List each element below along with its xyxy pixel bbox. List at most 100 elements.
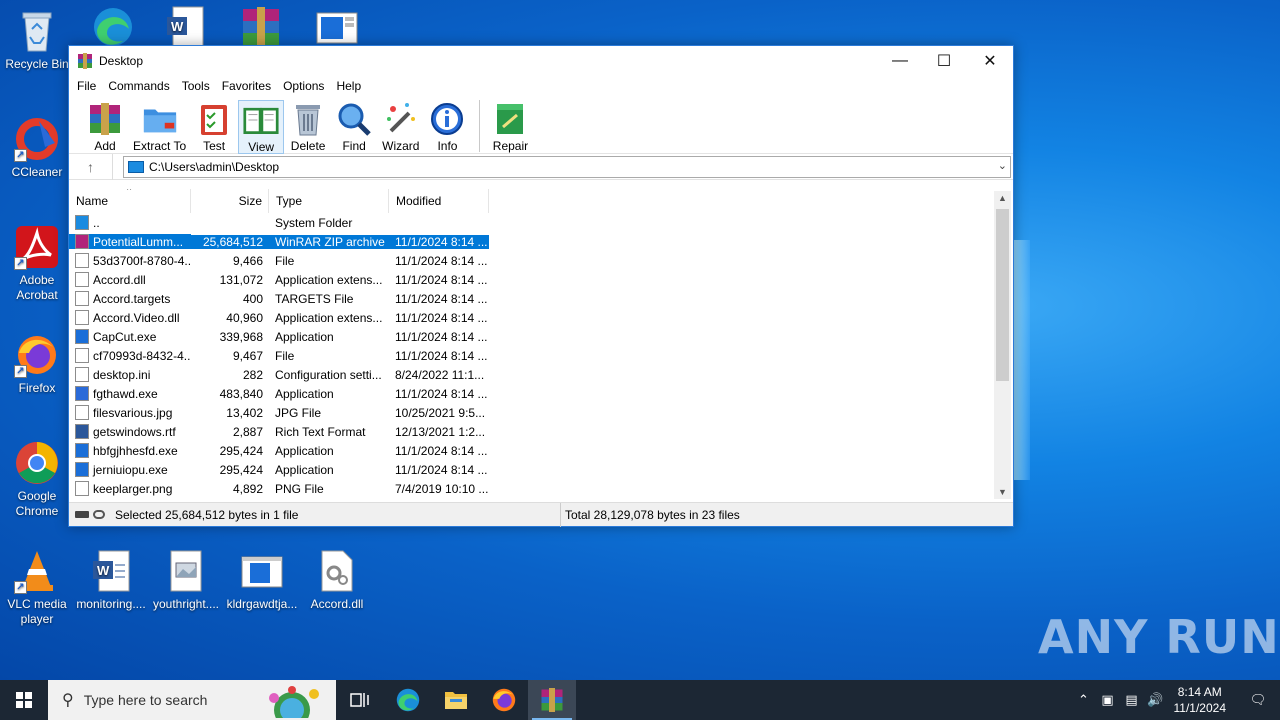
menu-options[interactable]: Options (277, 79, 330, 93)
desktop-icon-monitoring[interactable]: W monitoring.... (74, 548, 148, 612)
word-doc-icon: W (88, 548, 134, 594)
menu-file[interactable]: File (71, 79, 102, 93)
file-row[interactable]: filesvarious.jpg 13,402 JPG File 10/25/2021… (69, 403, 1013, 422)
close-button[interactable]: ✕ (967, 46, 1013, 76)
file-row[interactable]: Accord.dll 131,072 Application extens... 11… (69, 270, 1013, 289)
taskbar-edge[interactable] (384, 680, 432, 720)
column-type[interactable]: Type (269, 189, 389, 213)
clock[interactable]: 8:14 AM 11/1/2024 (1174, 684, 1227, 716)
desktop-icon-chrome[interactable]: Google Chrome (0, 440, 74, 519)
file-row[interactable]: cf70993d-8432-4... 9,467 File 11/1/2024 8:1… (69, 346, 1013, 365)
file-name-text: Accord.targets (93, 291, 171, 306)
network-icon[interactable]: ▤ (1120, 692, 1144, 708)
file-row[interactable]: getswindows.rtf 2,887 Rich Text Format 12/1… (69, 422, 1013, 441)
wizard-wand-icon (383, 101, 419, 137)
notification-icon[interactable]: 🗨 (1236, 692, 1280, 708)
file-row[interactable]: fgthawd.exe 483,840 Application 11/1/2024 8… (69, 384, 1013, 403)
chrome-icon (14, 440, 60, 486)
file-row[interactable]: CapCut.exe 339,968 Application 11/1/2024 8:… (69, 327, 1013, 346)
file-row[interactable]: PotentialLumm... 25,684,512 WinRAR ZIP arc… (69, 232, 1013, 251)
desktop-icon-ccleaner[interactable]: ↗ CCleaner (0, 116, 74, 180)
file-row[interactable]: .. System Folder (69, 213, 1013, 232)
taskbar-file-explorer[interactable] (432, 680, 480, 720)
file-name-text: fgthawd.exe (93, 386, 158, 401)
scroll-up-icon[interactable]: ▲ (994, 191, 1011, 205)
volume-icon[interactable]: 🔊 (1144, 692, 1168, 708)
scroll-down-icon[interactable]: ▼ (994, 485, 1011, 499)
column-size[interactable]: Size (191, 189, 269, 213)
edge-icon (396, 688, 420, 712)
chevron-up-icon[interactable]: ⌃ (1072, 692, 1096, 708)
file-row[interactable]: Accord.Video.dll 40,960 Application extens… (69, 308, 1013, 327)
file-name-cell: 53d3700f-8780-4... (69, 253, 191, 268)
taskbar-search-box[interactable]: ⚲ Type here to search (48, 680, 336, 720)
wizard-button[interactable]: Wizard (378, 100, 423, 154)
menu-favorites[interactable]: Favorites (216, 79, 277, 93)
status-total: Total 28,129,078 bytes in 23 files (565, 507, 740, 522)
file-type-cell: Application extens... (275, 310, 383, 325)
column-header-row: Name Size Type Modified ^ (69, 189, 1013, 213)
desktop-icon-youthright[interactable]: youthright.... (149, 548, 223, 612)
file-row[interactable]: desktop.ini 282 Configuration setti... 8/24… (69, 365, 1013, 384)
test-button[interactable]: Test (192, 100, 236, 154)
desktop-icon-accord-dll[interactable]: Accord.dll (300, 548, 374, 612)
file-type-icon (75, 405, 89, 420)
file-row[interactable]: Accord.targets 400 TARGETS File 11/1/2024 8… (69, 289, 1013, 308)
file-rows: .. System Folder PotentialLumm... 25,684,51… (69, 213, 1013, 498)
file-size-cell: 131,072 (219, 272, 263, 287)
file-type-icon (75, 348, 89, 363)
task-view-button[interactable] (336, 680, 384, 720)
view-button[interactable]: View (238, 100, 285, 154)
clock-date: 11/1/2024 (1173, 701, 1227, 715)
status-selected: Selected 25,684,512 bytes in 1 file (115, 507, 299, 522)
desktop-icon-recycle-bin[interactable]: Recycle Bin (0, 8, 74, 72)
taskbar-winrar[interactable] (528, 680, 576, 720)
key-icon (93, 509, 105, 519)
file-row[interactable]: keeplarger.png 4,892 PNG File 7/4/2019 10:1… (69, 479, 1013, 498)
file-name-text: getswindows.rtf (93, 424, 176, 439)
delete-button[interactable]: Delete (286, 100, 330, 154)
file-type-icon (75, 386, 89, 401)
minimize-button[interactable]: — (877, 46, 923, 76)
meet-now-icon[interactable]: ▣ (1096, 692, 1120, 708)
folder-icon (445, 692, 467, 709)
menu-help[interactable]: Help (330, 79, 367, 93)
desktop-icon-label: Accord.dll (310, 597, 364, 611)
desktop-icon-label: kldrgawdtja... (226, 597, 298, 611)
info-button[interactable]: Info (425, 100, 469, 154)
repair-button[interactable]: Repair (488, 100, 532, 154)
path-field[interactable]: C:\Users\admin\Desktop ⌄ (123, 155, 1011, 178)
add-button[interactable]: Add (83, 100, 127, 154)
file-row[interactable]: jerniuiopu.exe 295,424 Application 11/1/202… (69, 460, 1013, 479)
file-size-cell: 400 (242, 291, 263, 306)
path-text: C:\Users\admin\Desktop (149, 159, 280, 174)
find-button[interactable]: Find (332, 100, 376, 154)
desktop-icon-vlc[interactable]: ↗ VLC media player (0, 548, 74, 627)
file-size-cell: 25,684,512 (191, 234, 269, 249)
extract-to-button[interactable]: Extract To (129, 100, 190, 154)
chevron-down-icon[interactable]: ⌄ (998, 159, 1007, 172)
desktop-icon-label: CCleaner (11, 165, 63, 179)
menu-commands[interactable]: Commands (102, 79, 175, 93)
file-modified-cell: 10/25/2021 9:5... (395, 405, 486, 420)
taskbar: ⚲ Type here to search ⌃ ▣ ▤ 🔊 8:14 AM 11… (0, 680, 1280, 720)
file-type-icon (75, 462, 89, 477)
menu-tools[interactable]: Tools (176, 79, 216, 93)
file-size-cell: 9,466 (232, 253, 263, 268)
file-list: Name Size Type Modified ^ .. System Folde… (69, 189, 1013, 500)
up-arrow-icon[interactable]: ↑ (69, 153, 113, 180)
file-type-icon (75, 234, 89, 249)
desktop-icon-kldrgawdtja[interactable]: kldrgawdtja... (225, 548, 299, 612)
start-button[interactable] (0, 680, 48, 720)
title-bar[interactable]: Desktop — ☐ ✕ (69, 46, 1013, 76)
view-book-icon (243, 102, 279, 138)
vertical-scrollbar[interactable]: ▲ ▼ (994, 191, 1011, 499)
file-row[interactable]: hbfgjhhesfd.exe 295,424 Application 11/1/20… (69, 441, 1013, 460)
maximize-button[interactable]: ☐ (921, 46, 967, 76)
file-row[interactable]: 53d3700f-8780-4... 9,466 File 11/1/2024 8:1… (69, 251, 1013, 270)
column-modified[interactable]: Modified (389, 189, 489, 213)
taskbar-firefox[interactable] (480, 680, 528, 720)
scroll-thumb[interactable] (996, 209, 1009, 381)
desktop-icon-firefox[interactable]: ↗ Firefox (0, 332, 74, 396)
desktop-icon-acrobat[interactable]: ↗ Adobe Acrobat (0, 224, 74, 303)
